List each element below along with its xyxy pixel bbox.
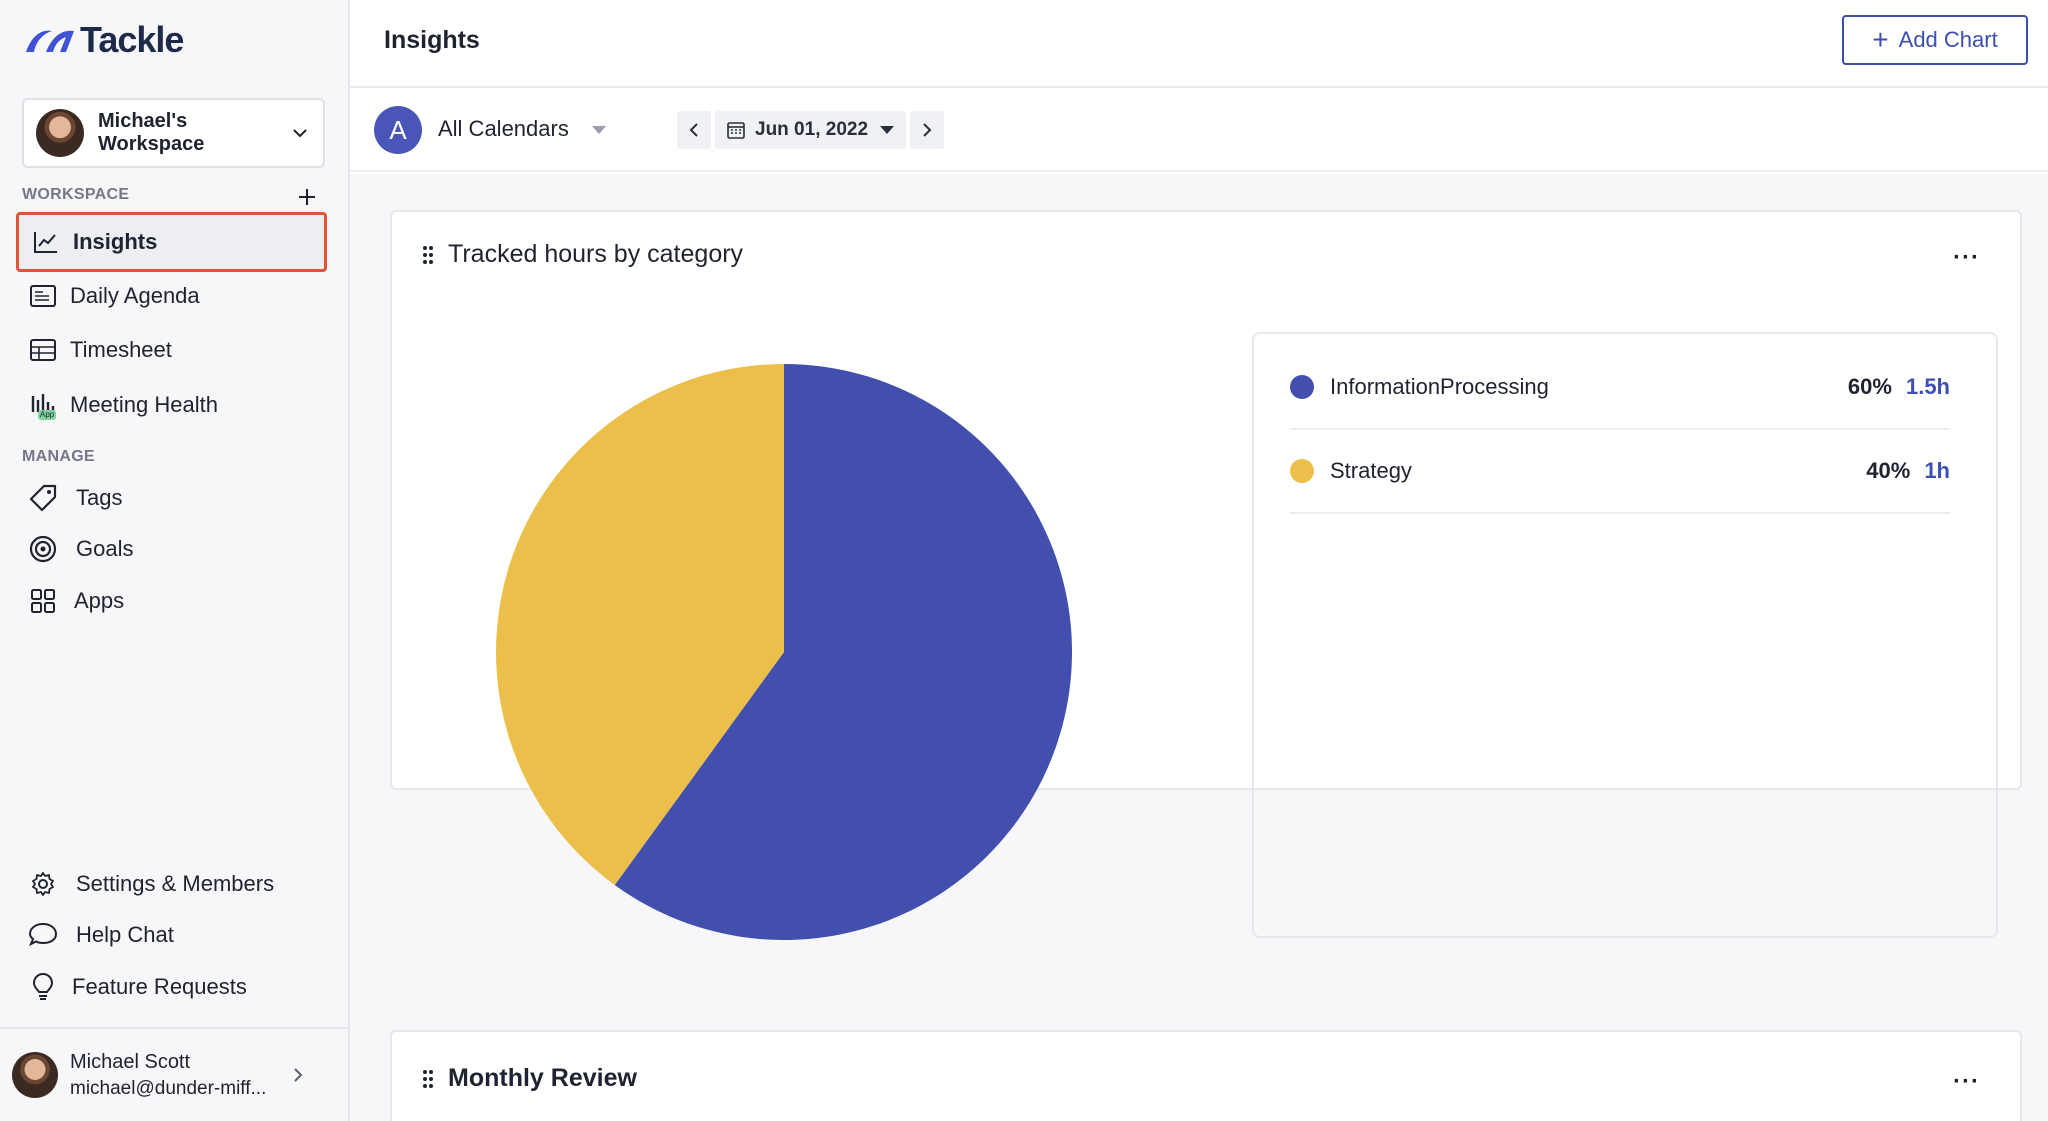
card-title: Tracked hours by category [448,240,744,268]
legend-percent: 40% [1866,458,1911,483]
user-email: michael@dunder-miff... [70,1077,267,1099]
filter-bar: A All Calendars Jun 01, 2022 [350,88,2048,172]
legend-percent: 60% [1847,374,1892,399]
user-profile[interactable]: Michael Scott michael@dunder-miff... [0,1027,348,1121]
add-chart-button[interactable]: + Add Chart [1842,15,2028,65]
sidebar-item-label: Settings & Members [76,871,275,896]
selected-date: Jun 01, 2022 [755,119,869,140]
sidebar-item-tags[interactable]: Tags [16,470,327,526]
sidebar-item-label: Goals [76,536,134,561]
chat-icon [28,920,58,950]
tackle-logo[interactable]: Tackle [22,18,184,62]
pie-chart-svg [496,364,1072,940]
more-options-icon[interactable]: ··· [1953,244,1980,272]
date-navigator: Jun 01, 2022 [677,111,945,149]
gear-icon [28,869,58,899]
chevron-right-icon [923,123,932,137]
sidebar-item-label: Tags [76,485,123,510]
legend-label: InformationProcessing [1330,374,1549,399]
sidebar-item-label: Apps [74,588,125,613]
previous-date-button[interactable] [677,111,711,149]
calendar-icon [727,122,745,139]
more-options-icon[interactable]: ··· [1953,1068,1980,1096]
plus-icon [299,189,315,205]
chart-legend: InformationProcessing 60% 1.5h Strategy … [1252,332,1998,938]
date-picker[interactable]: Jun 01, 2022 [715,111,907,149]
legend-hours: 1h [1924,458,1950,483]
sidebar-item-label: Insights [73,229,158,254]
bar-chart-icon: App [28,390,58,420]
add-workspace-item-button[interactable] [294,184,320,210]
legend-swatch [1290,375,1314,399]
tag-icon [28,483,58,513]
workspace-avatar [36,109,84,157]
sidebar-item-label: Feature Requests [72,974,247,999]
table-icon [28,335,58,365]
tracked-hours-card: Tracked hours by category ··· Informatio… [390,210,2022,940]
manage-section-label: MANAGE [22,448,95,465]
legend-hours: 1.5h [1905,374,1950,399]
apps-grid-icon [28,586,58,616]
sidebar-item-label: Meeting Health [70,392,218,417]
chevron-down-icon [293,129,307,138]
page-title: Insights [384,26,480,54]
legend-swatch [1290,459,1314,483]
legend-item: Strategy 40% 1h [1290,430,1950,514]
caret-down-icon[interactable] [592,126,606,134]
header: Insights + Add Chart [350,0,2048,88]
app-badge: App [38,410,57,420]
logo-text: Tackle [80,19,184,60]
next-date-button[interactable] [910,111,945,149]
sidebar-item-meeting-health[interactable]: App Meeting Health [16,377,327,433]
monthly-review-card: Monthly Review ··· [390,1030,2022,1121]
legend-label: Strategy [1330,458,1412,483]
chart-line-icon [31,227,61,257]
calendar-selector[interactable]: All Calendars [438,116,569,142]
plus-icon: + [1872,24,1889,55]
calendar-avatar[interactable]: A [374,106,422,154]
sidebar-item-apps[interactable]: Apps [16,573,327,629]
user-avatar [12,1052,58,1098]
drag-handle-icon[interactable] [420,1068,436,1090]
sidebar-item-label: Help Chat [76,922,174,947]
tackle-logo-icon [26,30,74,52]
workspace-name: Michael's Workspace [98,110,205,155]
sidebar-item-goals[interactable]: Goals [16,521,327,577]
chevron-left-icon [689,123,698,137]
agenda-icon [28,281,58,311]
sidebar-item-help-chat[interactable]: Help Chat [16,907,327,963]
main-content: Tracked hours by category ··· Informatio… [350,174,2048,1121]
sidebar-item-insights[interactable]: Insights [16,212,327,272]
lightbulb-icon [28,972,58,1002]
sidebar-item-timesheet[interactable]: Timesheet [16,322,327,378]
drag-handle-icon[interactable] [420,244,436,266]
sidebar-item-feature-requests[interactable]: Feature Requests [16,959,327,1015]
user-name: Michael Scott [70,1050,191,1073]
caret-down-icon [880,126,895,134]
workspace-switcher[interactable]: Michael's Workspace [22,98,325,168]
chevron-right-icon [294,1068,303,1082]
add-chart-label: Add Chart [1898,27,1998,52]
sidebar: Tackle Michael's Workspace WORKSPACE Ins… [0,0,350,1121]
sidebar-item-label: Timesheet [70,337,172,362]
sidebar-item-label: Daily Agenda [70,283,200,308]
legend-item: InformationProcessing 60% 1.5h [1290,346,1950,430]
pie-chart [494,362,1074,942]
card-title: Monthly Review [448,1064,637,1092]
workspace-section-label: WORKSPACE [22,186,130,203]
target-icon [28,534,58,564]
sidebar-item-daily-agenda[interactable]: Daily Agenda [16,268,327,324]
sidebar-item-settings[interactable]: Settings & Members [16,856,327,912]
